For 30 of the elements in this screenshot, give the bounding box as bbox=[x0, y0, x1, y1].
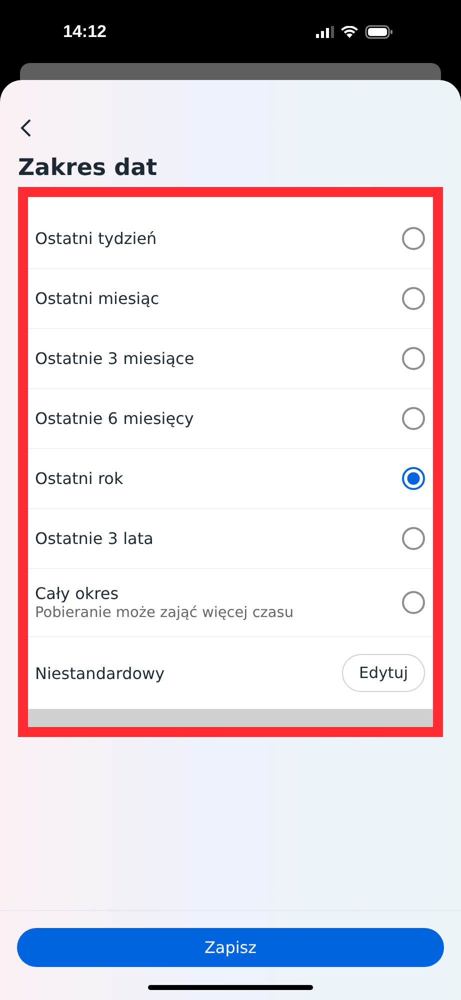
radio-button[interactable] bbox=[402, 347, 425, 370]
radio-button[interactable] bbox=[402, 227, 425, 250]
option-label: Niestandardowy bbox=[35, 664, 165, 682]
signal-icon bbox=[316, 26, 334, 38]
wifi-icon bbox=[341, 26, 358, 38]
option-row[interactable]: Ostatni rok bbox=[28, 449, 433, 509]
save-button[interactable]: Zapisz bbox=[17, 928, 444, 967]
option-row[interactable]: Ostatni miesiąc bbox=[28, 269, 433, 329]
option-row[interactable]: Ostatni tydzień bbox=[28, 209, 433, 269]
page-title: Zakres dat bbox=[18, 155, 158, 181]
option-row[interactable]: Ostatnie 3 lata bbox=[28, 509, 433, 569]
option-row[interactable]: Ostatnie 3 miesiące bbox=[28, 329, 433, 389]
radio-button[interactable] bbox=[402, 407, 425, 430]
edit-button[interactable]: Edytuj bbox=[342, 654, 425, 692]
option-label: Ostatnie 6 miesięcy bbox=[35, 409, 194, 428]
option-label: Ostatni tydzień bbox=[35, 229, 157, 248]
radio-button[interactable] bbox=[402, 527, 425, 550]
option-label: Ostatnie 3 lata bbox=[35, 529, 154, 548]
option-label: Ostatnie 3 miesiące bbox=[35, 349, 194, 368]
status-time: 14:12 bbox=[63, 22, 106, 42]
option-label: Ostatni miesiąc bbox=[35, 289, 160, 308]
radio-button[interactable] bbox=[402, 467, 425, 490]
option-row[interactable]: Ostatnie 6 miesięcy bbox=[28, 389, 433, 449]
option-label: Ostatni rok bbox=[35, 469, 124, 488]
option-label: Cały okres bbox=[35, 584, 120, 603]
radio-button[interactable] bbox=[402, 591, 425, 614]
option-row[interactable]: Cały okres Pobieranie może zająć więcej czasu bbox=[28, 569, 433, 637]
battery-icon bbox=[365, 24, 393, 38]
option-description: Pobieranie może zająć więcej czasu bbox=[35, 605, 294, 621]
radio-button[interactable] bbox=[402, 287, 425, 310]
